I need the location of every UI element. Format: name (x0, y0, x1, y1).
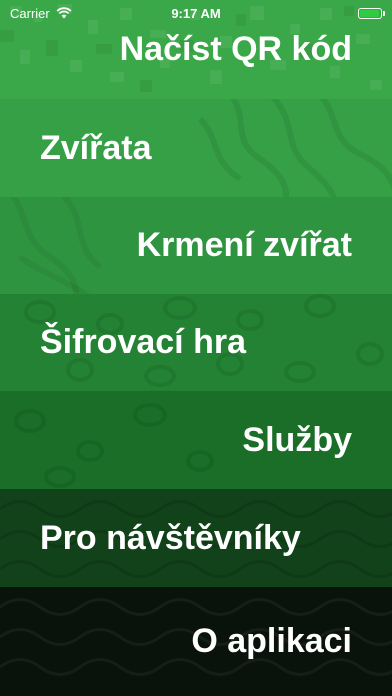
menu-item-label: O aplikaci (191, 622, 352, 660)
status-bar: Carrier 9:17 AM (0, 0, 392, 26)
menu-item-label: Pro návštěvníky (40, 518, 301, 557)
status-left: Carrier (10, 6, 72, 21)
menu-item-pro-navstevniky[interactable]: Pro návštěvníky (0, 489, 392, 587)
menu-item-label: Krmení zvířat (136, 226, 352, 264)
carrier-label: Carrier (10, 5, 50, 21)
status-right (358, 7, 385, 19)
battery-level (360, 9, 379, 17)
menu-item-zvirata[interactable]: Zvířata (0, 99, 392, 197)
menu-item-label: Zvířata (40, 128, 152, 167)
battery-icon (358, 7, 385, 19)
main-menu: Načíst QR kód Zvířata Krmení zvířat Šifr… (0, 0, 392, 696)
menu-item-label: Načíst QR kód (119, 30, 352, 68)
menu-item-krmeni-zvirat[interactable]: Krmení zvířat (0, 197, 392, 294)
menu-item-sluzby[interactable]: Služby (0, 391, 392, 489)
app-screen: Carrier 9:17 AM Načíst QR kód Zvířata Kr… (0, 0, 392, 696)
menu-item-label: Služby (242, 420, 352, 459)
wifi-icon (56, 7, 72, 19)
menu-item-o-aplikaci[interactable]: O aplikaci (0, 587, 392, 696)
menu-item-label: Šifrovací hra (40, 323, 246, 361)
menu-item-sifrovaci-hra[interactable]: Šifrovací hra (0, 294, 392, 391)
